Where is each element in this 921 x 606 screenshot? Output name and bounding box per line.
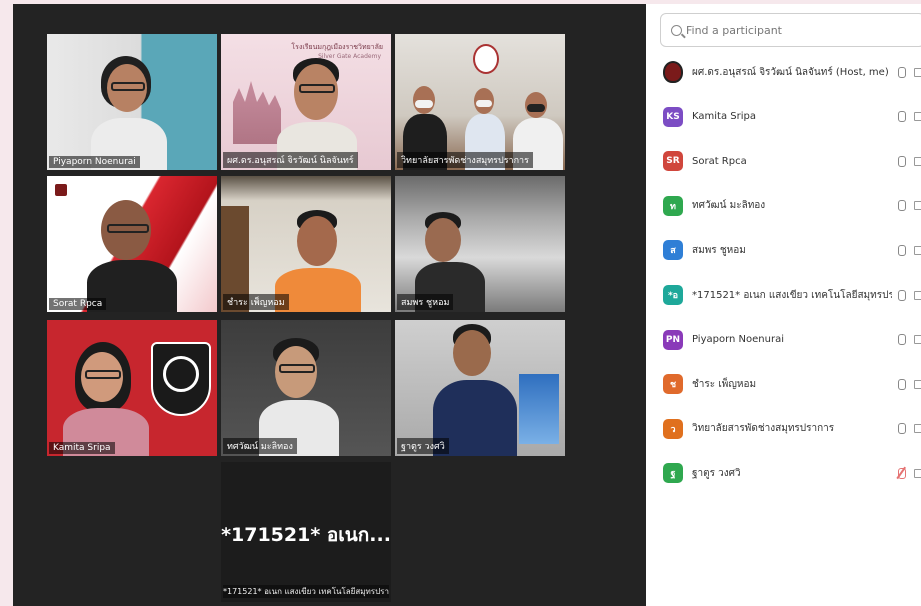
participant-figure (433, 324, 533, 456)
participant-name: Kamita Sripa (692, 111, 756, 123)
host-logo-icon (663, 61, 683, 83)
participant-row[interactable]: SR Sorat Rpca (646, 139, 921, 183)
tile-name-label: ฐาตูร วงศวิ (397, 438, 449, 454)
participant-name: Piyaporn Noenurai (692, 334, 784, 346)
camera-icon[interactable] (914, 67, 921, 77)
mic-icon[interactable] (898, 200, 906, 212)
participant-row[interactable]: ท ทศวัฒน์ มะลิทอง (646, 184, 921, 228)
participant-name: Sorat Rpca (692, 155, 747, 167)
participants-panel: Find a participant ผศ.ดร.อนุสรณ์ จิรวัฒน… (646, 4, 921, 606)
camera-icon[interactable] (914, 201, 921, 211)
video-feed (395, 320, 565, 456)
participant-figure (87, 48, 187, 170)
mic-icon[interactable] (898, 423, 906, 435)
mic-icon[interactable] (898, 378, 906, 390)
mic-icon[interactable] (898, 155, 906, 167)
participant-avatar: ช (663, 374, 683, 395)
tile-name-label: Sorat Rpca (49, 298, 107, 310)
video-tile[interactable]: Sorat Rpca (47, 176, 217, 312)
participant-name: ผศ.ดร.อนุสรณ์ จิรวัฒน์ นิลจันทร์ (Host, … (692, 66, 889, 78)
camera-icon[interactable] (914, 335, 921, 345)
video-tile-camera-off[interactable]: *171521* อเนก... *171521* อเนก แสงเขียว … (221, 462, 391, 602)
camera-icon[interactable] (914, 290, 921, 300)
video-tile[interactable]: โรงเรียนมกุฎเมืองราชวิทยาลัย Silver Gate… (221, 34, 391, 170)
participant-avatar: PN (663, 329, 683, 350)
participant-name: *171521* อเนก แสงเขียว เทคโนโลยีสมุทรปรา… (692, 289, 892, 301)
tile-name-label: ชำระ เพ็ญหอม (223, 294, 289, 310)
video-feed: โรงเรียนมกุฎเมืองราชวิทยาลัย Silver Gate… (221, 34, 391, 170)
participant-name: ฐาตูร วงศวิ (692, 467, 741, 479)
participant-name: ทศวัฒน์ มะลิทอง (692, 200, 766, 212)
participant-search-input[interactable]: Find a participant (660, 13, 921, 47)
mic-icon[interactable] (898, 334, 906, 346)
participant-display-name: *171521* อเนก... (221, 524, 391, 546)
participant-avatar: KS (663, 106, 683, 127)
camera-icon[interactable] (914, 112, 921, 122)
tile-name-label: ผศ.ดร.อนุสรณ์ จิรวัฒน์ นิลจันทร์ (223, 152, 358, 168)
logo-icon (55, 184, 67, 196)
participant-avatar: SR (663, 151, 683, 172)
tile-name-label: วิทยาลัยสารพัดช่างสมุทรปราการ (397, 152, 533, 168)
participant-avatar: ว (663, 418, 683, 439)
camera-icon[interactable] (914, 424, 921, 434)
video-feed (47, 320, 217, 456)
participant-avatar: *อ (663, 285, 683, 305)
participant-figure (87, 200, 187, 312)
video-feed (221, 320, 391, 456)
tile-name-label: ทศวัฒน์ มะลิทอง (223, 438, 297, 454)
participant-row[interactable]: ส สมพร ชูหอม (646, 228, 921, 272)
video-tile[interactable]: Piyaporn Noenurai (47, 34, 217, 170)
video-tile[interactable]: วิทยาลัยสารพัดช่างสมุทรปราการ (395, 34, 565, 170)
participant-row[interactable]: ว วิทยาลัยสารพัดช่างสมุทรปราการ (646, 407, 921, 451)
participant-avatar: ฐ (663, 463, 683, 484)
participant-row[interactable]: ช ชำระ เพ็ญหอม (646, 362, 921, 406)
video-gallery: Piyaporn Noenurai โรงเรียนมกุฎเมืองราชวิ… (13, 4, 646, 606)
video-tile[interactable]: ชำระ เพ็ญหอม (221, 176, 391, 312)
video-feed (221, 176, 391, 312)
participant-avatar: ส (663, 240, 683, 261)
participant-row[interactable]: ผศ.ดร.อนุสรณ์ จิรวัฒน์ นิลจันทร์ (Host, … (646, 50, 921, 94)
video-tile[interactable]: สมพร ชูหอม (395, 176, 565, 312)
tile-name-label: *171521* อเนก แสงเขียว เทคโนโลยีสมุทรปรา… (223, 585, 389, 598)
video-feed (395, 34, 565, 170)
participant-name: สมพร ชูหอม (692, 244, 746, 256)
search-icon (671, 24, 682, 36)
mic-icon[interactable] (898, 66, 906, 78)
participant-figure (63, 342, 163, 456)
video-tile[interactable]: ทศวัฒน์ มะลิทอง (221, 320, 391, 456)
participant-row[interactable]: *อ *171521* อเนก แสงเขียว เทคโนโลยีสมุทรป… (646, 273, 921, 317)
emblem-icon (473, 44, 499, 74)
camera-icon[interactable] (914, 379, 921, 389)
camera-icon[interactable] (914, 156, 921, 166)
participant-name: วิทยาลัยสารพัดช่างสมุทรปราการ (692, 423, 835, 435)
video-tile[interactable]: ฐาตูร วงศวิ (395, 320, 565, 456)
emblem-wheel (163, 356, 199, 392)
mic-icon[interactable] (898, 244, 906, 256)
participant-name: ชำระ เพ็ญหอม (692, 378, 757, 390)
tile-name-label: Kamita Sripa (49, 442, 115, 454)
participant-avatar: ท (663, 195, 683, 216)
video-feed (47, 176, 217, 312)
camera-icon[interactable] (914, 468, 921, 478)
participant-row[interactable]: KS Kamita Sripa (646, 95, 921, 139)
video-feed (47, 34, 217, 170)
tile-name-label: Piyaporn Noenurai (49, 156, 140, 168)
search-placeholder: Find a participant (686, 23, 782, 37)
video-feed (395, 176, 565, 312)
school-banner-text: โรงเรียนมกุฎเมืองราชวิทยาลัย (291, 43, 383, 51)
mic-icon[interactable] (898, 289, 906, 301)
participant-row[interactable]: ฐ ฐาตูร วงศวิ (646, 451, 921, 495)
participant-row[interactable]: PN Piyaporn Noenurai (646, 318, 921, 362)
video-tile[interactable]: Kamita Sripa (47, 320, 217, 456)
camera-icon[interactable] (914, 245, 921, 255)
mic-icon[interactable] (898, 111, 906, 123)
tile-name-label: สมพร ชูหอม (397, 294, 454, 310)
mic-muted-icon[interactable] (898, 467, 906, 479)
